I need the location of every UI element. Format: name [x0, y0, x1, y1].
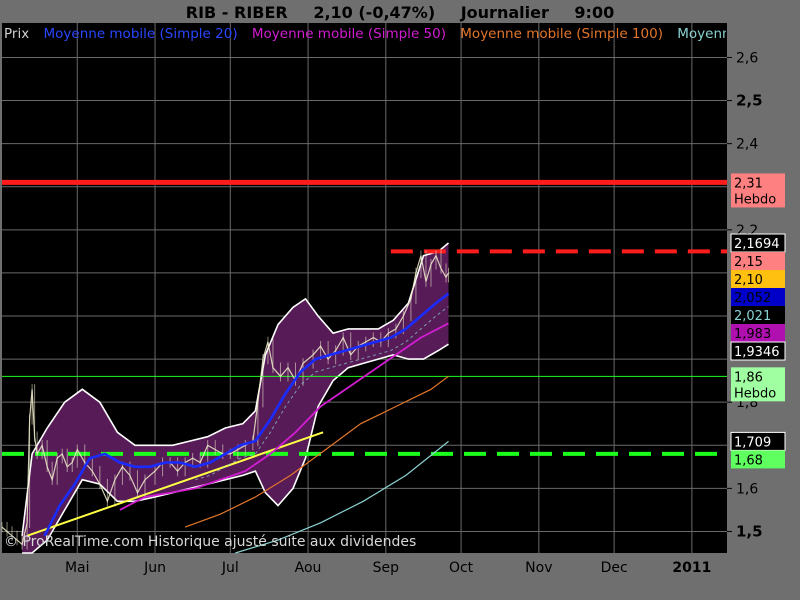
y-tick-label: 1,6 — [736, 481, 758, 497]
x-tick-label: 2011 — [672, 560, 711, 576]
price-label: 1,9346 — [730, 341, 786, 361]
price-label-value: 1,86 — [734, 370, 763, 385]
price-label-sub: Hebdo — [734, 192, 776, 207]
price-label: 2,15 — [731, 252, 785, 271]
price-label: 2,1694 — [730, 233, 786, 253]
price-chart[interactable]: 2,62,52,42,21,81,61,5 Mai Jun Jul Aou Sep Oct… — [0, 0, 800, 600]
price-label-value: 2,1694 — [734, 237, 780, 252]
legend-price[interactable]: Prix — [4, 26, 29, 42]
price-label: 1,983 — [731, 324, 785, 343]
chart-window: RIB - RIBER 2,10 (-0,47%) Journalier 9:0… — [0, 0, 800, 600]
price-label-sub: Hebdo — [734, 386, 776, 401]
x-tick-label: Sep — [373, 560, 400, 576]
price-label: 2,021 — [731, 306, 785, 325]
x-tick-label: Dec — [601, 560, 628, 576]
price-label: 2,10 — [731, 270, 785, 289]
price-label: 1,709 — [730, 431, 786, 451]
x-tick-label: Oct — [449, 560, 474, 576]
price-label-value: 1,709 — [734, 435, 771, 450]
price-label-value: 2,021 — [734, 309, 771, 324]
y-tick-label: 2,5 — [736, 92, 763, 110]
legend-ma200[interactable]: Moyenne mobile (Simple 200) — [677, 26, 726, 42]
legend-ma20[interactable]: Moyenne mobile (Simple 20) — [44, 26, 238, 42]
x-tick-label: Nov — [525, 560, 552, 576]
price-label: 1,68 — [731, 450, 785, 469]
y-tick-label: 1,5 — [736, 522, 763, 540]
x-tick-label: Mai — [65, 560, 90, 576]
price-label-value: 1,68 — [734, 453, 763, 468]
price-label-value: 2,15 — [734, 255, 763, 270]
watermark: © ProRealTime.com Historique ajusté suit… — [4, 534, 417, 550]
price-label: 2,052 — [731, 288, 785, 307]
x-axis: Mai Jun Jul Aou Sep Oct Nov Dec 2011 — [65, 560, 711, 576]
x-tick-label: Aou — [295, 560, 322, 576]
y-tick-label: 2,6 — [736, 50, 758, 66]
price-label: 2,31Hebdo — [731, 173, 785, 208]
x-tick-label: Jul — [221, 560, 239, 576]
price-label-value: 1,9346 — [734, 345, 780, 360]
legend-ma100[interactable]: Moyenne mobile (Simple 100) — [460, 26, 663, 42]
price-label-value: 1,983 — [734, 327, 771, 342]
x-tick-label: Jun — [143, 560, 166, 576]
legend-ma50[interactable]: Moyenne mobile (Simple 50) — [252, 26, 446, 42]
legend: Prix Moyenne mobile (Simple 20) Moyenne … — [4, 24, 726, 44]
price-label-value: 2,31 — [734, 176, 763, 191]
price-label-value: 2,10 — [734, 273, 763, 288]
price-label-value: 2,052 — [734, 291, 771, 306]
price-label: 1,86Hebdo — [731, 367, 785, 402]
y-tick-label: 2,4 — [736, 137, 758, 153]
